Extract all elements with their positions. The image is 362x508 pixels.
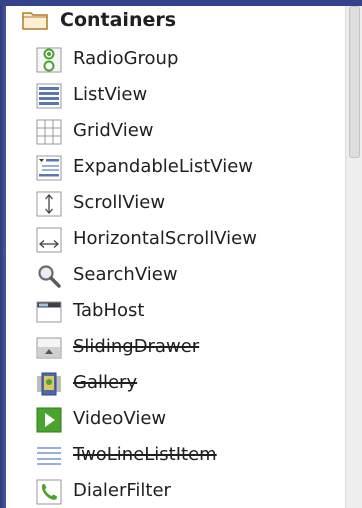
dialer-filter-icon [36,479,62,505]
palette-item-searchview[interactable]: SearchView [6,257,345,293]
gallery-icon [36,371,62,397]
palette-item-gridview[interactable]: GridView [6,113,345,149]
palette-item-twolinelistitem[interactable]: TwoLineListItem [6,437,345,473]
item-label: TwoLineListItem [73,444,217,465]
palette-item-tabhost[interactable]: TabHost [6,293,345,329]
palette-item-videoview[interactable]: VideoView [6,401,345,437]
sliding-drawer-icon [36,335,62,361]
vertical-scrollbar[interactable] [345,6,362,508]
palette-item-slidingdrawer[interactable]: SlidingDrawer [6,329,345,365]
category-label: Containers [60,9,177,31]
scroll-view-icon [36,191,62,217]
folder-icon [22,10,48,30]
item-label: DialerFilter [73,480,171,501]
search-icon [36,263,62,289]
list-view-icon [36,83,62,109]
item-label: TabHost [73,300,145,321]
palette-item-expandablelistview[interactable]: ExpandableListView [6,149,345,185]
item-label: VideoView [73,408,167,429]
palette-item-scrollview[interactable]: ScrollView [6,185,345,221]
palette-panel: Containers RadioGroup ListView GridView … [6,6,345,508]
horizontal-scroll-icon [36,227,62,253]
palette-item-gallery[interactable]: Gallery [6,365,345,401]
item-label: GridView [73,120,154,141]
palette-item-listview[interactable]: ListView [6,77,345,113]
item-label: ListView [73,84,148,105]
grid-view-icon [36,119,62,145]
palette-item-horizontalscrollview[interactable]: HorizontalScrollView [6,221,345,257]
item-label: ExpandableListView [73,156,254,177]
item-label: RadioGroup [73,48,179,69]
two-line-list-icon [36,443,62,469]
item-label: Gallery [73,372,138,393]
scrollbar-thumb[interactable] [349,6,360,158]
item-label: SearchView [73,264,178,285]
tab-host-icon [36,299,62,325]
item-label: SlidingDrawer [73,336,200,357]
expandable-list-icon [36,155,62,181]
category-header-containers[interactable]: Containers [6,6,345,34]
video-view-icon [36,407,62,433]
palette-item-dialerfilter[interactable]: DialerFilter [6,473,345,508]
item-label: HorizontalScrollView [73,228,257,249]
palette-item-radiogroup[interactable]: RadioGroup [6,41,345,77]
item-label: ScrollView [73,192,166,213]
radio-group-icon [36,47,62,73]
